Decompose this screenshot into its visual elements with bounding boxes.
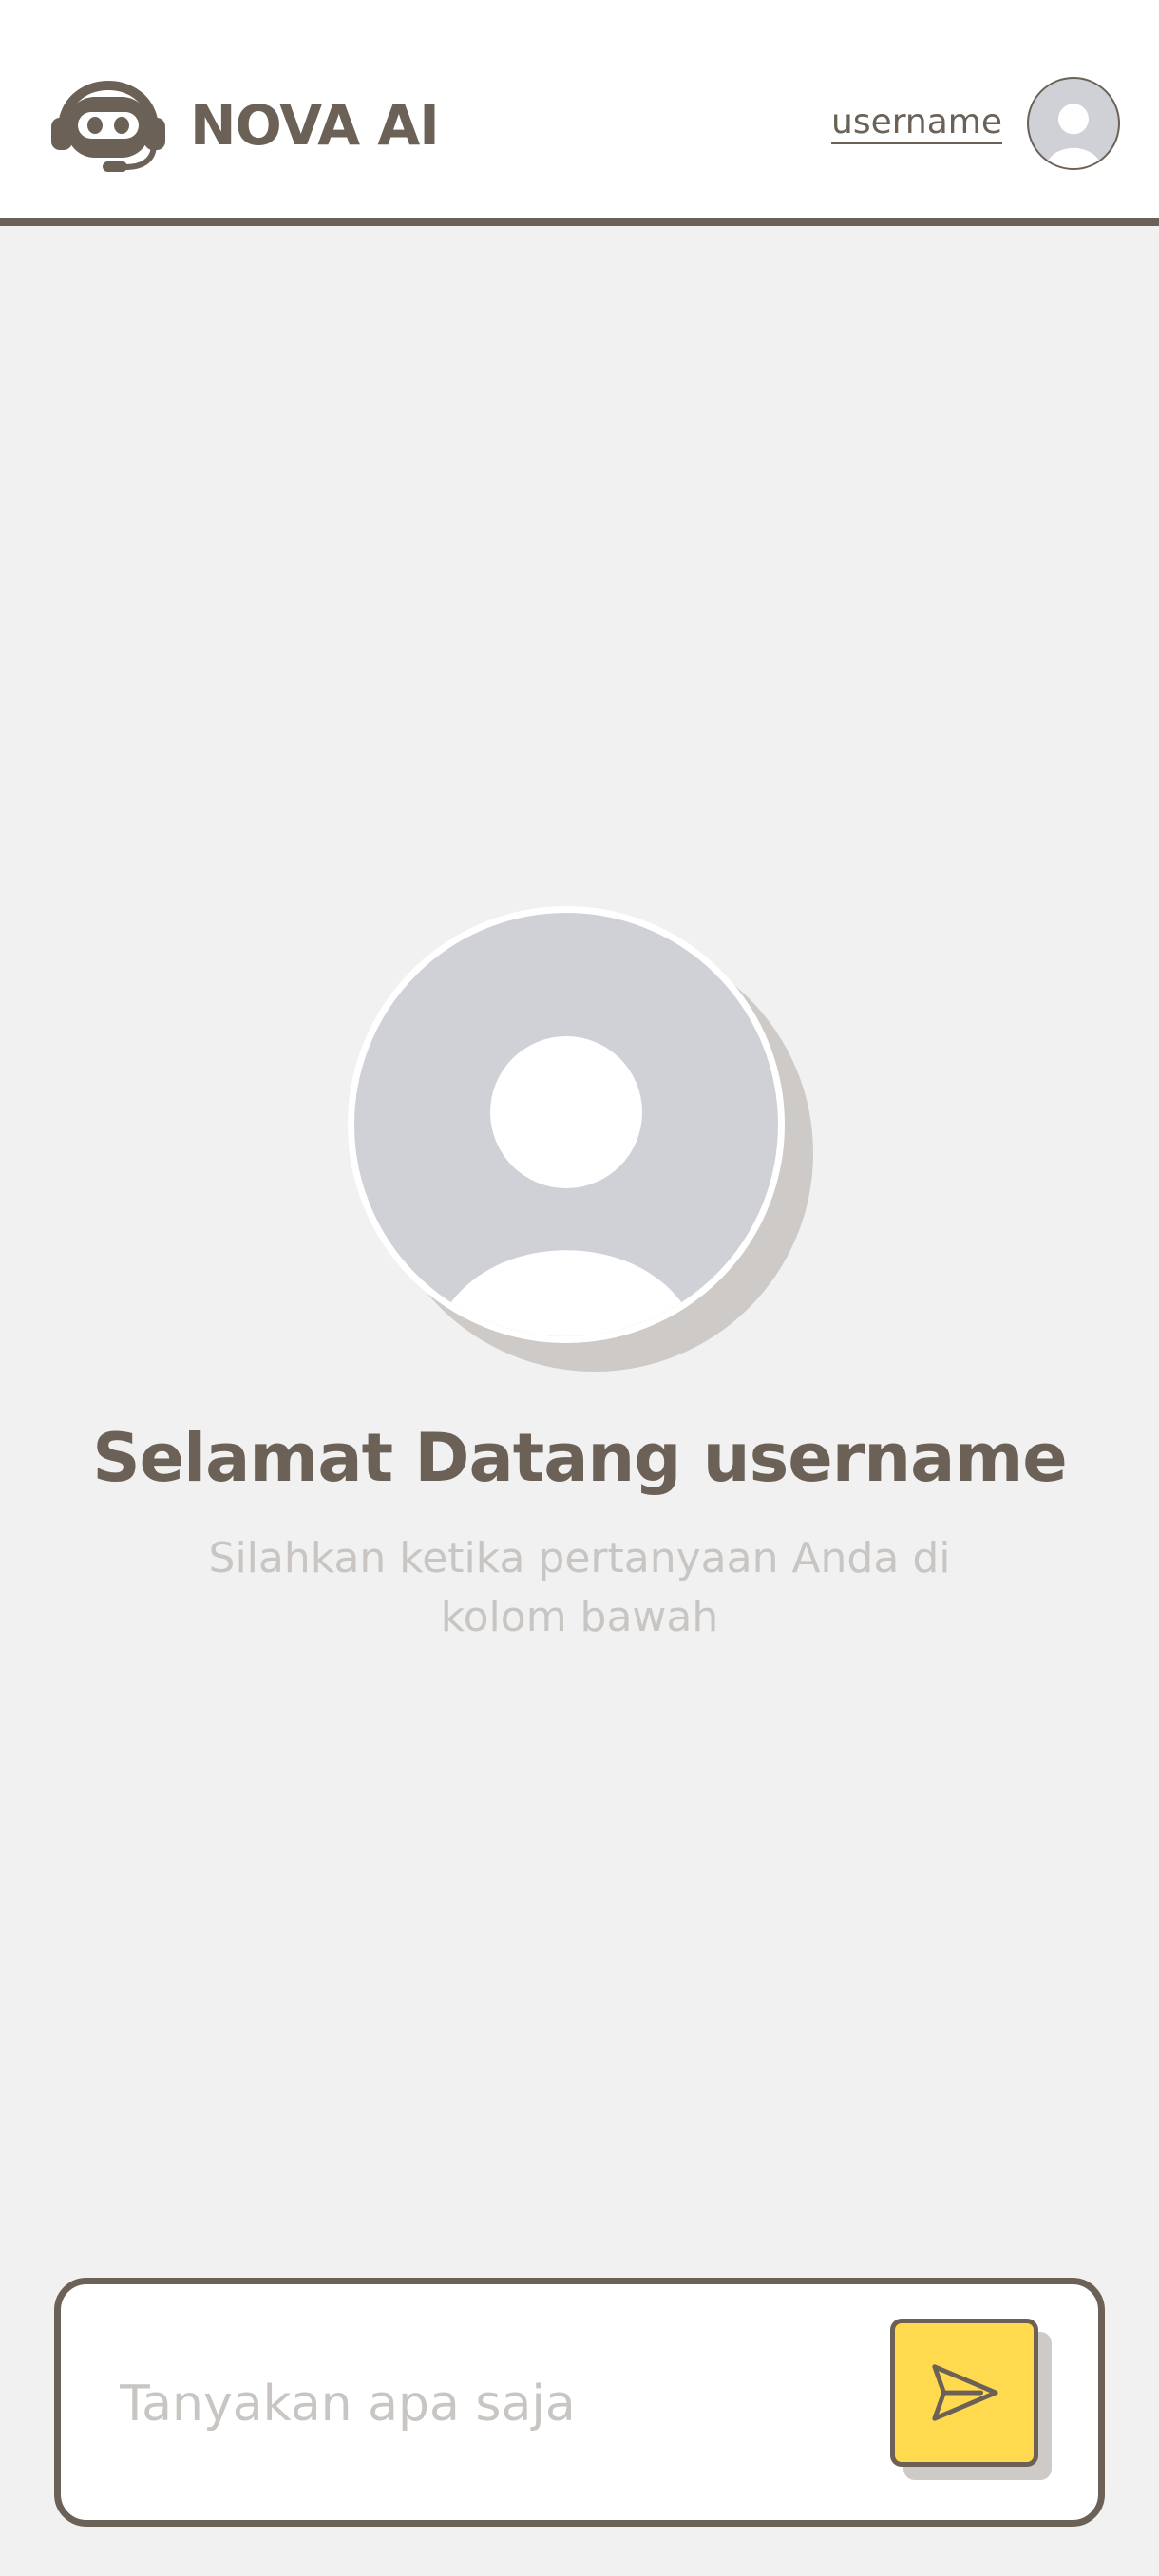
avatar [348,906,785,1343]
user-avatar-icon [1044,104,1103,168]
user-avatar-button[interactable] [1027,77,1120,170]
send-icon [932,2364,998,2421]
send-button[interactable] [890,2319,1038,2467]
chat-composer [54,2278,1105,2527]
user-avatar-icon [434,1036,698,1336]
welcome-heading: Selamat Datang username [92,1419,1067,1497]
robot-headset-icon [51,80,165,172]
chat-input[interactable] [118,2351,882,2457]
welcome-subtitle: Silahkan ketika pertanyaan Anda di kolom… [208,1534,951,1641]
username-link[interactable]: username [831,99,1002,146]
profile-avatar [348,906,813,1372]
brand-title: NOVA AI [190,93,440,158]
app-header: NOVA AI username [0,0,1159,226]
